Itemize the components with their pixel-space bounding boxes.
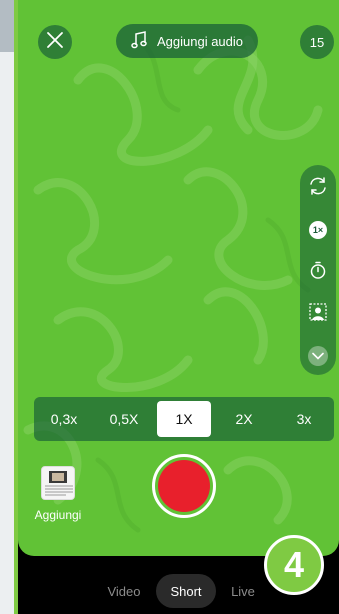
zoom-option-0-5x[interactable]: 0,5X — [97, 401, 151, 437]
tab-video[interactable]: Video — [96, 574, 152, 608]
flip-camera-button[interactable] — [300, 173, 336, 203]
close-icon — [46, 31, 64, 54]
add-audio-button[interactable]: Aggiungi audio — [116, 24, 258, 58]
green-screen-icon — [308, 302, 328, 327]
zoom-selector: 0,3x 0,5X 1X 2X 3x — [34, 397, 334, 441]
chevron-down-icon — [308, 346, 328, 366]
tool-rail: 1× — [300, 165, 336, 375]
timer-button[interactable] — [300, 257, 336, 287]
tab-live[interactable]: Live — [222, 574, 264, 608]
document-thumbnail-icon — [42, 467, 74, 499]
music-note-icon — [131, 30, 147, 52]
add-audio-label: Aggiungi audio — [156, 33, 244, 49]
phone-screen: Aggiungi audio 15 1× 0,3x 0,5X 1X 2X 3x … — [14, 0, 339, 614]
step-number-badge: 4 — [264, 535, 324, 595]
speed-button[interactable]: 1× — [300, 215, 336, 245]
flip-camera-icon — [308, 176, 328, 201]
speed-label: 1× — [312, 225, 324, 235]
stopwatch-icon — [308, 260, 328, 285]
duration-value: 15 — [309, 34, 325, 50]
green-screen-button[interactable] — [300, 299, 336, 329]
zoom-option-2x[interactable]: 2X — [217, 401, 271, 437]
speed-icon: 1× — [309, 221, 327, 239]
tab-short[interactable]: Short — [156, 574, 216, 608]
record-button-inner — [158, 460, 210, 512]
gallery-button[interactable]: Aggiungi — [28, 466, 88, 528]
more-tools-button[interactable] — [300, 341, 336, 371]
zoom-option-3x[interactable]: 3x — [277, 401, 331, 437]
gallery-label: Aggiungi — [34, 508, 82, 522]
close-button[interactable] — [38, 25, 72, 59]
gallery-thumbnail — [41, 466, 75, 500]
record-button[interactable] — [152, 454, 216, 518]
duration-button[interactable]: 15 — [300, 25, 334, 59]
zoom-option-0-3x[interactable]: 0,3x — [37, 401, 91, 437]
camera-preview: Aggiungi audio 15 1× 0,3x 0,5X 1X 2X 3x … — [18, 0, 339, 556]
zoom-option-1x[interactable]: 1X — [157, 401, 211, 437]
